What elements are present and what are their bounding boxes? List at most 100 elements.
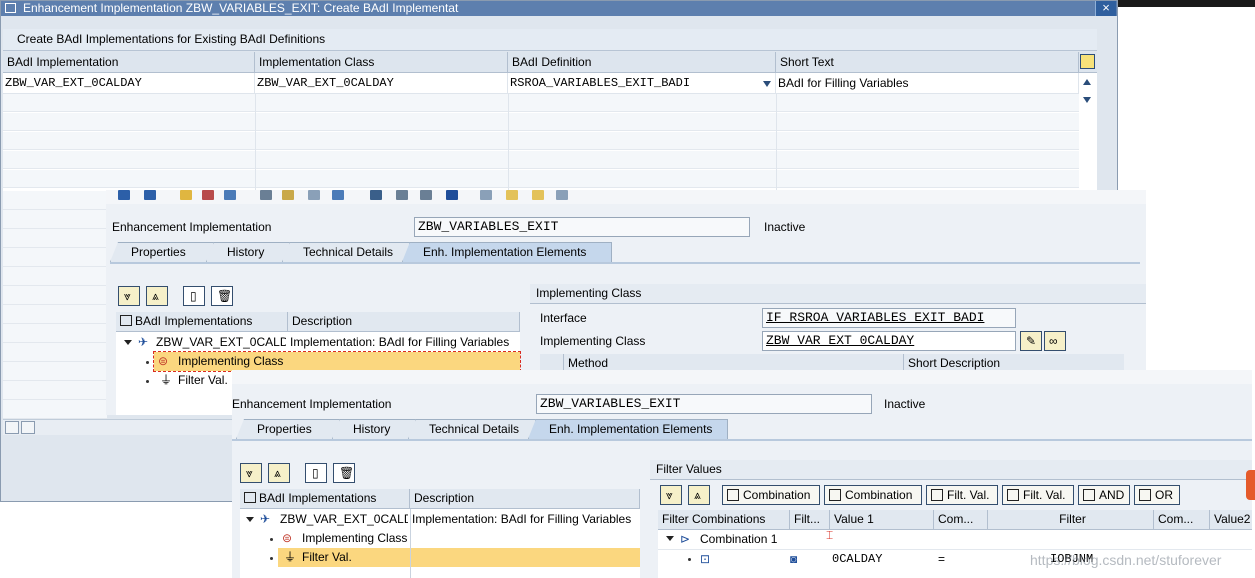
enh-impl-label: Enhancement Implementation	[112, 220, 272, 234]
activate-icon[interactable]	[224, 190, 236, 200]
side-widget	[1246, 470, 1255, 500]
collapse-all-button[interactable]: ⩓	[268, 463, 290, 483]
delete-button[interactable]: 🗑	[211, 286, 233, 306]
table-row[interactable]	[3, 113, 1079, 131]
table-row[interactable]	[3, 94, 1079, 112]
scroll-down-icon[interactable]	[1083, 97, 1091, 103]
table-row[interactable]: ZBW_VAR_EXT_0CALDAY ZBW_VAR_EXT_0CALDAY …	[3, 73, 1079, 94]
tab-technical-details[interactable]: Technical Details	[282, 242, 410, 262]
collapse-triangle-icon[interactable]	[666, 536, 674, 541]
create-filter-value-button[interactable]: Filt. Val.	[926, 485, 998, 505]
delete-button[interactable]: 🗑	[333, 463, 355, 483]
tree-item-implementing-class[interactable]: ⊜ Implementing Class	[278, 529, 408, 548]
tab-history[interactable]: History	[206, 242, 290, 262]
tab-enh-implementation-elements[interactable]: Enh. Implementation Elements	[402, 242, 612, 262]
collapse-all-button[interactable]: ⩓	[146, 286, 168, 306]
where-used-icon[interactable]	[308, 190, 320, 200]
layout-icon[interactable]	[370, 190, 382, 200]
tree-col-badi: BAdI Implementations	[240, 489, 410, 509]
col-implementation-class[interactable]: Implementation Class	[255, 52, 508, 73]
enh-impl-field[interactable]: ZBW_VARIABLES_EXIT	[536, 394, 872, 414]
impl-class-panel-title: Implementing Class	[530, 284, 1146, 304]
tab-history[interactable]: History	[332, 419, 416, 439]
tab-properties[interactable]: Properties	[110, 242, 214, 262]
col-short-text[interactable]: Short Text	[776, 52, 1079, 73]
expand-filter-button[interactable]: ⩔	[660, 485, 682, 505]
application-toolbar	[232, 370, 1252, 384]
cell-implementation-class[interactable]: ZBW_VAR_EXT_0CALDAY	[255, 73, 508, 93]
tree-config-icon	[120, 315, 132, 326]
tab-properties[interactable]: Properties	[236, 419, 340, 439]
cut-icon[interactable]	[480, 190, 492, 200]
copy-icon[interactable]	[506, 190, 518, 200]
col-com-2: Com...	[1154, 510, 1210, 530]
scroll-right-icon[interactable]	[21, 421, 35, 434]
table-settings-icon[interactable]	[1080, 54, 1095, 69]
table-row[interactable]	[3, 132, 1079, 150]
tree-config-icon	[244, 492, 256, 503]
impl-class-label: Implementing Class	[540, 334, 646, 348]
forward-icon[interactable]	[144, 190, 156, 200]
change-class-button[interactable]: ✎	[1020, 331, 1042, 351]
col-badi-definition[interactable]: BAdI Definition	[508, 52, 776, 73]
create-button[interactable]: ▯	[183, 286, 205, 306]
expand-all-button[interactable]: ⩔	[118, 286, 140, 306]
value1-cell[interactable]: 0CALDAY	[832, 550, 882, 568]
tree-node-description: Implementation: BAdI for Filling Variabl…	[290, 335, 510, 349]
table-row[interactable]	[3, 151, 1079, 169]
class-icon: ⊜	[282, 531, 293, 545]
com-cell[interactable]: =	[938, 550, 945, 568]
window-icon[interactable]	[420, 190, 432, 200]
tree-item-label: Filter Val.	[178, 373, 228, 387]
filter-value-icon: ⊡	[700, 552, 711, 566]
delete-filter-value-button[interactable]: Filt. Val.	[1002, 485, 1074, 505]
cell-badi-implementation[interactable]: ZBW_VAR_EXT_0CALDAY	[3, 73, 255, 93]
and-button[interactable]: AND	[1078, 485, 1130, 505]
expand-all-button[interactable]: ⩔	[240, 463, 262, 483]
tree-node[interactable]: ✈ ZBW_VAR_EXT_0CALDAY Implementation: BA…	[240, 510, 640, 529]
collapse-triangle-icon[interactable]	[124, 340, 132, 345]
watermark-text: https://blog.csdn.net/stuforever	[1030, 552, 1222, 568]
create-combination-button[interactable]: Combination	[722, 485, 820, 505]
create-button[interactable]: ▯	[305, 463, 327, 483]
horizontal-scrollbar[interactable]	[3, 419, 233, 435]
check-icon[interactable]	[202, 190, 214, 200]
display-icon[interactable]	[332, 190, 344, 200]
collapse-filter-button[interactable]: ⩓	[688, 485, 710, 505]
cell-badi-definition[interactable]: RSROA_VARIABLES_EXIT_BADI	[508, 73, 776, 93]
tab-enh-implementation-elements[interactable]: Enh. Implementation Elements	[528, 419, 728, 439]
edit-icon[interactable]	[180, 190, 192, 200]
vertical-scrollbar[interactable]	[1079, 73, 1095, 191]
value-help-icon[interactable]: ◙	[790, 552, 797, 566]
enhancement-icon: ✈	[260, 512, 271, 526]
tree-header: BAdI Implementations Description	[240, 489, 640, 509]
col-badi-implementation[interactable]: BAdI Implementation	[3, 52, 255, 73]
or-button[interactable]: OR	[1134, 485, 1180, 505]
tree-item-filter-val[interactable]: ⏚ Filter Val.	[278, 548, 640, 567]
impl-class-field[interactable]: ZBW_VAR_EXT_0CALDAY	[762, 331, 1016, 351]
scroll-left-icon[interactable]	[5, 421, 19, 434]
tree-item-implementing-class[interactable]: ⊜ Implementing Class	[153, 351, 521, 372]
close-button[interactable]: ×	[1095, 1, 1116, 16]
navigation-icon[interactable]	[282, 190, 294, 200]
info-icon[interactable]	[446, 190, 458, 200]
dropdown-arrow-icon[interactable]	[763, 81, 771, 87]
delete-combination-button[interactable]: Combination	[824, 485, 922, 505]
enh-impl-field[interactable]: ZBW_VARIABLES_EXIT	[414, 217, 750, 237]
tab-technical-details[interactable]: Technical Details	[408, 419, 536, 439]
print-icon[interactable]	[396, 190, 408, 200]
tab-strip: Properties History Technical Details Enh…	[110, 242, 1140, 262]
object-list-icon[interactable]	[260, 190, 272, 200]
collapse-triangle-icon[interactable]	[246, 517, 254, 522]
hierarchy-icon[interactable]	[556, 190, 568, 200]
tree-node[interactable]: ✈ ZBW_VAR_EXT_0CALDAY Implementation: BA…	[116, 333, 520, 352]
table-row[interactable]	[3, 170, 1079, 188]
interface-field[interactable]: IF_RSROA_VARIABLES_EXIT_BADI	[762, 308, 1016, 328]
combination-row[interactable]: ⊳ Combination 1 ⌶	[658, 530, 1252, 549]
col-com: Com...	[934, 510, 988, 530]
back-icon[interactable]	[118, 190, 130, 200]
scroll-up-icon[interactable]	[1083, 79, 1091, 85]
col-filter: Filter	[988, 510, 1154, 530]
paste-icon[interactable]	[532, 190, 544, 200]
display-class-button[interactable]: ∞	[1044, 331, 1066, 351]
